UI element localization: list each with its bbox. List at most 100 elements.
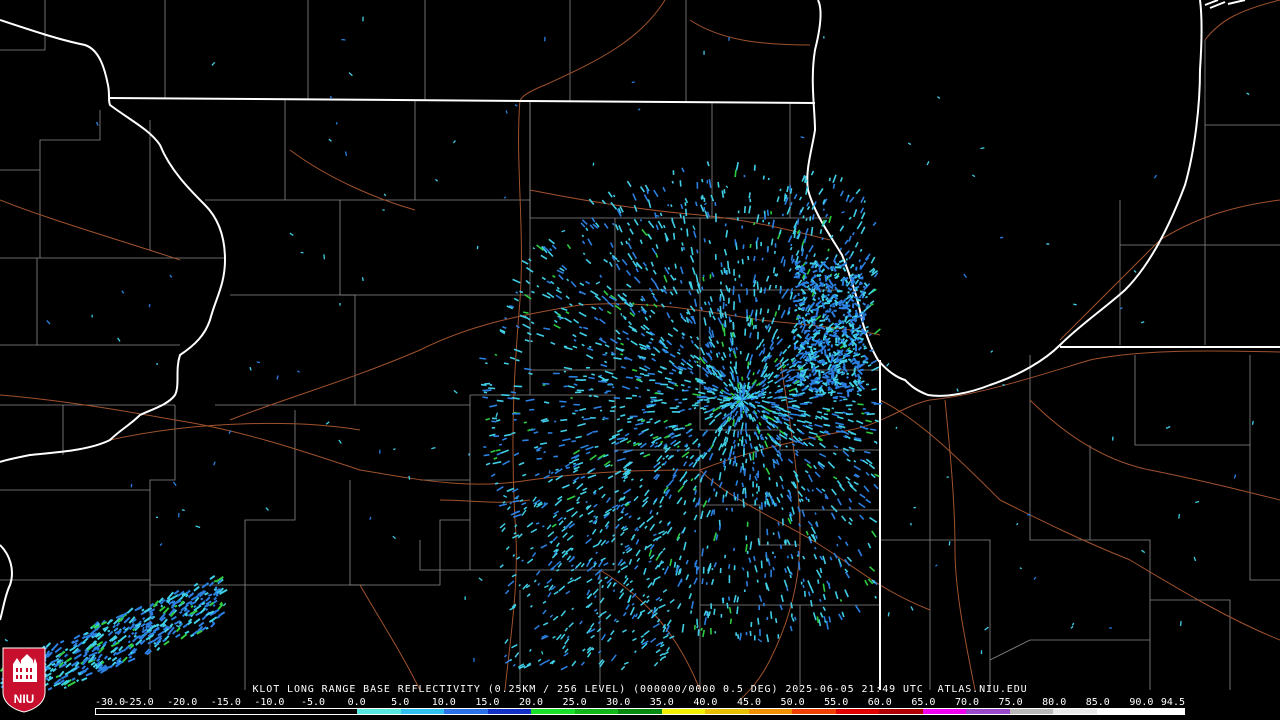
echo-speck	[839, 399, 843, 402]
echo-speck	[803, 590, 806, 597]
echo-speck	[787, 311, 791, 315]
echo-speck	[804, 350, 808, 354]
echo-speck	[737, 634, 740, 639]
echo-speck	[733, 444, 736, 449]
echo-speck	[133, 634, 137, 638]
echo-speck	[798, 561, 801, 571]
echo-speck	[817, 297, 821, 301]
echo-speck	[662, 568, 665, 571]
echo-speck	[853, 373, 858, 378]
echo-speck	[723, 323, 726, 328]
echo-speck	[656, 511, 659, 515]
echo-speck	[732, 429, 736, 438]
echo-speck	[736, 606, 739, 615]
echo-speck	[114, 627, 118, 631]
echo-speck	[835, 329, 839, 333]
echo-speck	[201, 602, 206, 606]
echo-speck	[821, 237, 824, 241]
echo-speck	[723, 189, 726, 194]
echo-speck	[648, 341, 652, 345]
echo-speck	[680, 383, 685, 387]
echo-speck	[706, 611, 709, 619]
echo-speck	[61, 679, 65, 683]
echo-speck	[483, 454, 490, 457]
echo-speck	[323, 254, 326, 260]
echo-speck	[757, 538, 761, 546]
echo-speck	[772, 463, 776, 469]
echo-speck	[592, 162, 595, 166]
echo-speck	[300, 251, 304, 254]
echo-speck	[503, 362, 509, 365]
echo-speck	[677, 348, 681, 352]
echo-speck	[745, 315, 749, 319]
echo-speck	[779, 188, 782, 192]
echo-speck	[856, 329, 862, 333]
echo-speck	[800, 341, 808, 345]
echo-speck	[701, 548, 704, 557]
echo-speck	[839, 247, 843, 251]
echo-speck	[837, 336, 840, 344]
echo-speck	[770, 611, 773, 619]
scale-swatch	[922, 709, 967, 714]
echo-speck	[847, 304, 851, 308]
echo-speck	[393, 448, 396, 451]
echo-speck	[710, 335, 713, 339]
echo-speck	[685, 208, 688, 217]
echo-speck	[827, 248, 830, 252]
scale-label: 90.0	[1129, 697, 1154, 708]
echo-speck	[485, 362, 488, 365]
echo-speck	[830, 374, 834, 378]
echo-speck	[749, 332, 752, 339]
echo-speck	[715, 491, 718, 497]
echo-speck	[793, 423, 797, 427]
echo-speck	[728, 607, 732, 614]
echo-speck	[864, 313, 867, 316]
echo-speck	[859, 265, 863, 270]
echo-speck	[610, 464, 614, 467]
scale-swatch	[139, 709, 184, 714]
echo-speck	[684, 202, 687, 207]
scale-label: 85.0	[1085, 697, 1110, 708]
echo-speck	[674, 384, 679, 387]
echo-speck	[671, 180, 674, 184]
echo-speck	[162, 627, 167, 631]
echo-speck	[732, 451, 735, 456]
echo-speck	[850, 277, 854, 281]
echo-speck	[637, 377, 640, 380]
echo-speck	[816, 274, 821, 277]
echo-speck	[728, 564, 731, 569]
echo-speck	[874, 595, 877, 599]
echo-speck	[156, 362, 159, 366]
echo-speck	[822, 334, 826, 341]
echo-speck	[142, 616, 146, 621]
echo-speck	[805, 496, 808, 501]
echo-speck	[616, 259, 620, 263]
scale-label: 65.0	[911, 697, 936, 708]
echo-speck	[519, 290, 524, 294]
echo-speck	[864, 295, 868, 299]
echo-speck	[655, 442, 658, 445]
echo-speck	[524, 367, 532, 371]
echo-speck	[792, 335, 796, 341]
echo-speck	[56, 657, 60, 661]
echo-speck	[604, 351, 608, 355]
echo-speck	[724, 554, 727, 559]
scale-label: 35.0	[649, 697, 674, 708]
echo-speck	[825, 315, 829, 320]
echo-speck	[810, 343, 814, 347]
echo-speck	[818, 267, 821, 273]
echo-speck	[732, 419, 735, 427]
echo-speck	[639, 218, 643, 222]
scale-swatch	[226, 709, 271, 714]
echo-speck	[755, 299, 758, 302]
scale-label: -25.0	[123, 697, 154, 708]
echo-speck	[823, 349, 827, 357]
echo-speck	[752, 372, 755, 376]
scale-label: -10.0	[254, 697, 285, 708]
echo-speck	[765, 552, 768, 559]
echo-speck	[670, 204, 673, 208]
echo-speck	[819, 319, 826, 322]
echo-speck	[507, 397, 513, 400]
color-scale-bar	[95, 708, 1185, 715]
echo-speck	[674, 277, 677, 281]
